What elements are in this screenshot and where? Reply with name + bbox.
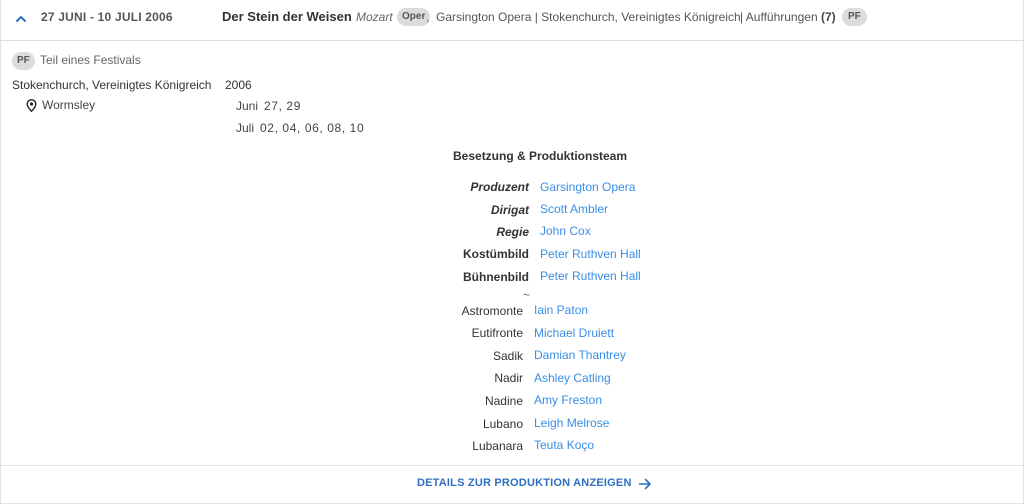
map-pin-icon: [26, 99, 37, 112]
performances-info: | Aufführungen (7): [740, 10, 836, 24]
production-header[interactable]: 27 JUNI - 10 JULI 2006 Der Stein der Wei…: [1, 0, 1023, 41]
cast-member-link[interactable]: Iain Paton: [534, 303, 588, 317]
performances-count: (7): [820, 10, 836, 24]
cast-member-link[interactable]: Amy Freston: [534, 393, 602, 407]
month-label: Juli: [236, 121, 255, 135]
month-days: 27, 29: [264, 99, 301, 113]
header-separator: ,: [426, 10, 430, 24]
arrow-right-icon[interactable]: [638, 478, 652, 490]
production-details-link[interactable]: DETAILS ZUR PRODUKTION ANZEIGEN: [417, 477, 632, 489]
team-role: Kostümbild: [463, 247, 529, 261]
schedule-year: 2006: [225, 78, 252, 92]
festival-label: Teil eines Festivals: [40, 53, 141, 67]
cast-role: Nadine: [484, 394, 523, 408]
cast-member-link[interactable]: Ashley Catling: [534, 371, 611, 385]
cast-role: Eutifronte: [471, 326, 523, 340]
team-member-link[interactable]: Garsington Opera: [540, 180, 635, 194]
location-venue: Wormsley: [42, 98, 96, 112]
cast-member-link[interactable]: Teuta Koço: [534, 438, 594, 452]
team-role: Bühnenbild: [463, 270, 529, 284]
team-role: Produzent: [470, 180, 529, 194]
team-role: Regie: [496, 225, 529, 239]
cast-member-link[interactable]: Michael Druiett: [534, 326, 614, 340]
month-days: 02, 04, 06, 08, 10: [260, 121, 365, 135]
festival-badge: PF: [842, 8, 867, 26]
production-dates: 27 JUNI - 10 JULI 2006: [41, 10, 173, 24]
team-role: Dirigat: [490, 203, 529, 217]
header-venue: Garsington Opera | Stokenchurch, Vereini…: [436, 10, 741, 24]
cast-role: Astromonte: [461, 304, 523, 318]
production-panel: 27 JUNI - 10 JULI 2006 Der Stein der Wei…: [0, 0, 1024, 504]
production-title[interactable]: Der Stein der Weisen: [222, 9, 352, 24]
schedule-month-row: Juli 02, 04, 06, 08, 10: [236, 121, 364, 135]
location-city: Stokenchurch, Vereinigtes Königreich: [12, 78, 212, 92]
cast-member-link[interactable]: Leigh Melrose: [534, 416, 609, 430]
team-member-link[interactable]: Scott Ambler: [540, 202, 608, 216]
chevron-up-icon[interactable]: [14, 12, 28, 26]
schedule-month-row: Juni 27, 29: [236, 99, 301, 113]
cast-separator: ~: [523, 288, 531, 302]
composer-name: Mozart: [356, 10, 393, 24]
cast-role: Lubano: [482, 417, 523, 431]
team-member-link[interactable]: John Cox: [540, 224, 591, 238]
cast-section-title: Besetzung & Produktionsteam: [453, 149, 628, 163]
cast-role: Nadir: [494, 371, 523, 385]
footer-divider: [1, 465, 1023, 466]
cast-role: Sadik: [492, 349, 523, 363]
team-member-link[interactable]: Peter Ruthven Hall: [540, 269, 641, 283]
team-member-link[interactable]: Peter Ruthven Hall: [540, 247, 641, 261]
performances-label: | Aufführungen: [740, 10, 818, 24]
festival-badge-small: PF: [12, 52, 35, 70]
month-label: Juni: [236, 99, 259, 113]
cast-member-link[interactable]: Damian Thantrey: [534, 348, 626, 362]
cast-role: Lubanara: [472, 439, 523, 453]
